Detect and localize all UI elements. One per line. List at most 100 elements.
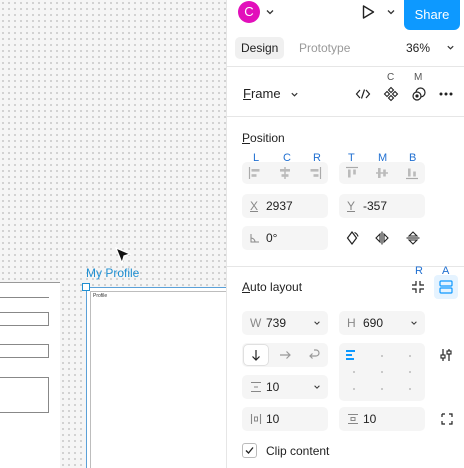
frame-name-label[interactable]: My Profile (86, 266, 139, 280)
x-value: 2937 (266, 199, 293, 213)
mask-icon[interactable] (411, 86, 427, 102)
align-horizontal-center-icon[interactable] (277, 165, 293, 181)
align-top-left-icon[interactable] (345, 349, 357, 361)
vertical-padding-icon (348, 413, 358, 425)
user-avatar[interactable]: C (238, 1, 260, 23)
left-frame-preview[interactable] (0, 282, 60, 468)
auto-layout-section-title: Auto layout (242, 280, 303, 294)
align-left-icon[interactable] (247, 165, 263, 181)
x-label: X (250, 199, 259, 213)
frame-section: Frame C M (227, 70, 464, 116)
direction-horizontal-button[interactable] (273, 345, 297, 365)
wrap-icon (309, 349, 320, 359)
align-top-icon[interactable] (344, 165, 360, 181)
panel-toolbar: C Share (227, 0, 464, 30)
more-icon[interactable] (438, 86, 454, 102)
height-label: H (347, 316, 356, 330)
flip-vertical-button[interactable] (401, 226, 425, 250)
component-icon[interactable] (383, 86, 399, 102)
zoom-level[interactable]: 36% (406, 37, 430, 59)
direction-wrap-button[interactable] (302, 345, 326, 365)
y-label: Y (347, 199, 356, 213)
vertical-padding-field[interactable]: 10 (339, 407, 425, 431)
y-position-field[interactable]: Y -357 (339, 194, 425, 218)
align-grid-dot[interactable] (353, 388, 355, 390)
chevron-down-icon[interactable] (313, 319, 321, 327)
alignment-grid[interactable] (339, 343, 425, 401)
horizontal-padding-field[interactable]: 10 (242, 407, 328, 431)
code-icon[interactable] (355, 86, 371, 102)
align-grid-dot[interactable] (381, 388, 383, 390)
shortcut-hint-c: C (387, 72, 395, 83)
frame-textarea-preview (0, 377, 49, 413)
height-field[interactable]: H 690 (339, 311, 425, 335)
flip-horizontal-icon (375, 231, 389, 245)
inner-frame[interactable]: Profile (90, 291, 226, 468)
properties-panel: C Share Design Prototype 36% Frame C M P… (226, 0, 464, 468)
align-grid-dot[interactable] (409, 355, 411, 357)
chevron-down-icon[interactable] (313, 383, 321, 391)
tab-prototype[interactable]: Prototype (293, 37, 356, 59)
chevron-down-icon[interactable] (290, 90, 299, 99)
align-bottom-icon[interactable] (404, 165, 420, 181)
x-position-field[interactable]: X 2937 (242, 194, 328, 218)
shortcut-hint-r: R (415, 265, 423, 277)
item-spacing-field[interactable]: 10 (242, 375, 328, 399)
clip-content-checkbox[interactable] (242, 443, 257, 458)
direction-vertical-button[interactable] (244, 345, 268, 365)
width-label: W (250, 316, 262, 330)
arrow-right-icon (280, 351, 291, 359)
auto-layout-icon (439, 280, 453, 294)
width-value: 739 (266, 316, 287, 330)
present-play-icon[interactable] (360, 4, 376, 20)
layout-direction-group (242, 343, 328, 367)
horizontal-padding-value: 10 (266, 412, 280, 426)
rotation-value: 0° (266, 231, 278, 245)
y-value: -357 (363, 199, 388, 213)
frame-type-title[interactable]: Frame (243, 86, 281, 101)
panel-tabs: Design Prototype 36% (227, 34, 464, 62)
collapse-icon[interactable] (410, 279, 426, 295)
align-vertical-center-icon[interactable] (374, 165, 390, 181)
chevron-down-icon[interactable] (446, 43, 455, 52)
design-canvas[interactable]: My Profile Profile (0, 0, 226, 468)
resize-handle[interactable] (82, 283, 90, 291)
chevron-down-icon[interactable] (386, 7, 396, 17)
position-section-title: Position (242, 131, 285, 145)
chevron-down-icon[interactable] (410, 319, 418, 327)
divider (227, 266, 464, 267)
align-grid-dot[interactable] (409, 371, 411, 373)
selected-frame[interactable]: Profile (86, 287, 226, 468)
cursor-icon (114, 246, 132, 265)
angle-icon (250, 234, 259, 243)
vertical-align-group (339, 162, 425, 184)
frame-input-preview (0, 312, 49, 326)
layout-settings-icon[interactable] (438, 347, 454, 363)
inner-frame-label: Profile (93, 293, 108, 299)
align-right-icon[interactable] (307, 165, 323, 181)
align-grid-dot[interactable] (381, 355, 383, 357)
height-value: 690 (363, 316, 384, 330)
tab-design[interactable]: Design (235, 37, 285, 59)
divider (227, 66, 464, 67)
clip-content-label[interactable]: Clip content (266, 444, 329, 458)
width-field[interactable]: W 739 (242, 311, 328, 335)
checkmark-icon (245, 447, 254, 454)
vertical-gap-icon (251, 381, 261, 393)
chevron-down-icon[interactable] (265, 7, 275, 17)
auto-layout-toggle[interactable] (434, 275, 458, 299)
share-button[interactable]: Share (404, 0, 460, 30)
arrow-down-icon (252, 350, 260, 361)
flip-horizontal-button[interactable] (370, 226, 394, 250)
align-grid-dot[interactable] (353, 371, 355, 373)
rotate-90-button[interactable] (340, 226, 364, 250)
frame-divider (0, 297, 49, 298)
frame-input-preview (0, 344, 49, 358)
align-grid-dot[interactable] (409, 388, 411, 390)
rotation-field[interactable]: 0° (242, 226, 328, 250)
independent-padding-icon[interactable] (439, 411, 455, 427)
shortcut-hint-m: M (414, 72, 423, 83)
align-grid-dot[interactable] (381, 371, 383, 373)
divider (227, 116, 464, 117)
item-spacing-value: 10 (266, 380, 280, 394)
